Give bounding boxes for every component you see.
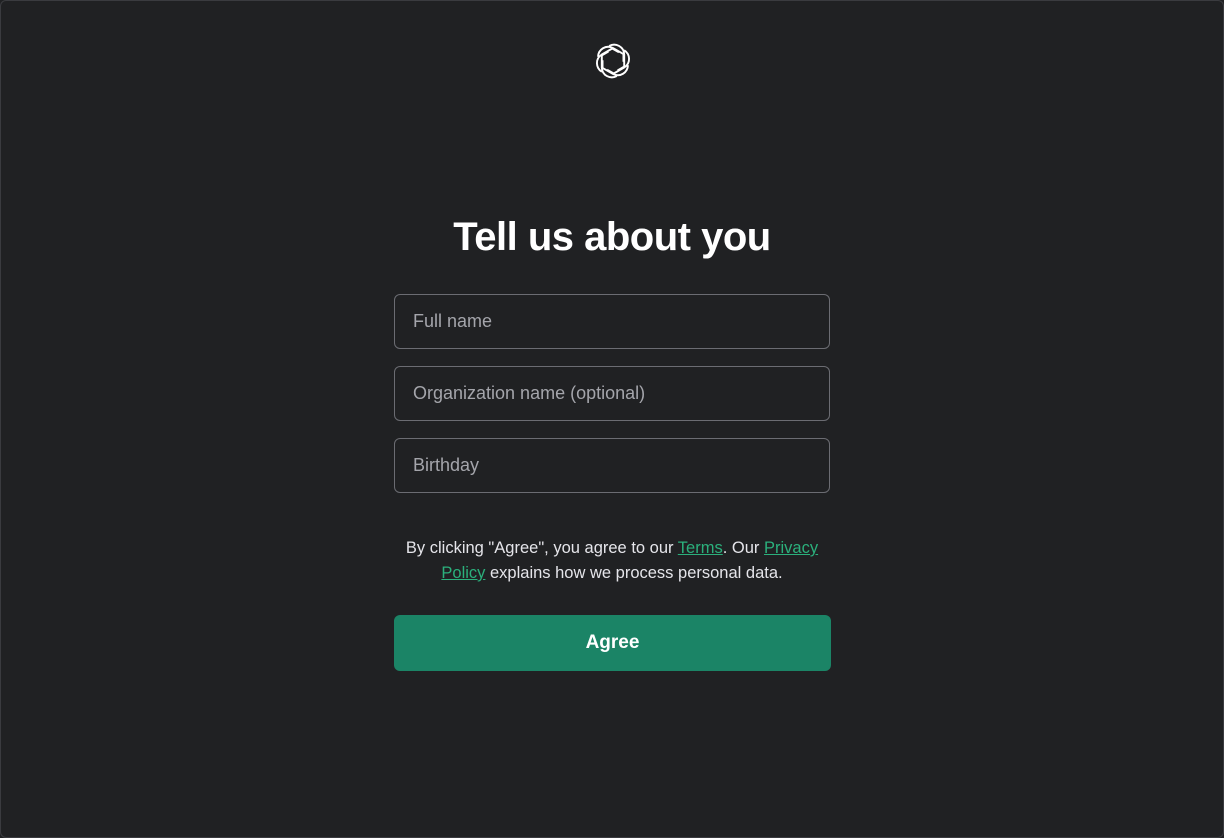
page-title: Tell us about you bbox=[453, 215, 771, 259]
agree-button[interactable]: Agree bbox=[394, 615, 831, 671]
terms-link[interactable]: Terms bbox=[678, 539, 723, 557]
organization-name-input[interactable] bbox=[394, 366, 830, 421]
birthday-input[interactable] bbox=[394, 438, 830, 493]
legal-notice: By clicking "Agree", you agree to our Te… bbox=[394, 536, 830, 586]
legal-middle: . Our bbox=[722, 539, 764, 557]
full-name-input[interactable] bbox=[394, 294, 830, 349]
openai-logo-icon bbox=[592, 40, 634, 82]
legal-suffix: explains how we process personal data. bbox=[485, 564, 783, 582]
legal-prefix: By clicking "Agree", you agree to our bbox=[405, 539, 678, 557]
signup-page: Tell us about you By clicking "Agree", y… bbox=[0, 0, 1224, 838]
